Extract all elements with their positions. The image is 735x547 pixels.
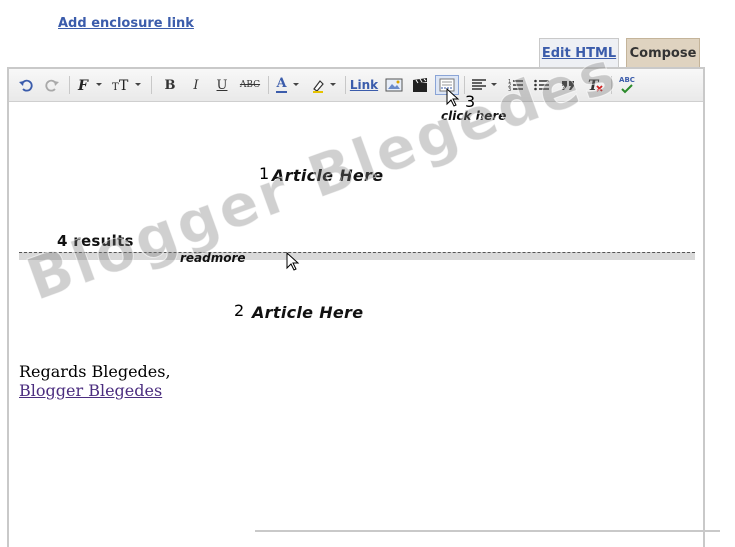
bullet-list-button[interactable] xyxy=(531,75,553,95)
blogger-blegedes-link[interactable]: Blogger Blegedes xyxy=(19,381,162,400)
editor-content[interactable]: 1 Article Here 4 results readmore 2 Arti… xyxy=(9,102,703,542)
editor-frame: F TT B I U ABC A Link 1 2 3 T ABC 1 Arti… xyxy=(7,67,705,547)
toolbar-separator xyxy=(611,76,612,94)
font-family-icon: F xyxy=(77,78,102,93)
step-number-2: 2 xyxy=(234,301,245,320)
highlighter-icon xyxy=(313,80,336,93)
remove-formatting-button[interactable]: T xyxy=(583,75,607,95)
insert-video-button[interactable] xyxy=(409,75,431,95)
undo-icon xyxy=(19,79,33,92)
toolbar-separator xyxy=(268,76,269,94)
spellcheck-label: ABC xyxy=(619,76,635,84)
italic-button[interactable]: I xyxy=(185,75,207,95)
mouse-cursor-icon xyxy=(446,88,460,107)
article-heading-1: Article Here xyxy=(272,166,384,185)
add-enclosure-link[interactable]: Add enclosure link xyxy=(58,16,194,31)
text-color-button[interactable]: A xyxy=(273,75,305,95)
svg-text:F: F xyxy=(77,78,89,93)
toolbar-separator xyxy=(345,76,346,94)
tab-compose[interactable]: Compose xyxy=(626,38,700,68)
blockquote-button[interactable] xyxy=(557,75,579,95)
insert-image-button[interactable] xyxy=(383,75,405,95)
regards-text: Regards Blegedes, xyxy=(19,362,171,381)
underline-button[interactable]: U xyxy=(211,75,233,95)
bullet-list-icon xyxy=(534,79,549,91)
font-size-button[interactable]: TT xyxy=(110,75,146,95)
highlight-color-button[interactable] xyxy=(309,75,341,95)
text-color-icon: A xyxy=(276,76,287,93)
link-button[interactable]: Link xyxy=(349,75,379,95)
article-heading-2: Article Here xyxy=(252,303,364,322)
remove-formatting-icon: T xyxy=(588,78,603,93)
numbered-list-button[interactable]: 123 xyxy=(505,75,527,95)
spellcheck-button[interactable]: ABC xyxy=(615,75,639,95)
quote-icon xyxy=(562,81,574,90)
editor-toolbar: F TT B I U ABC A Link 1 2 3 T ABC xyxy=(9,69,703,102)
step-number-1: 1 xyxy=(259,164,270,183)
toolbar-separator xyxy=(69,76,70,94)
toolbar-separator xyxy=(151,76,152,94)
readmore-label: readmore xyxy=(180,251,246,265)
bold-button[interactable]: B xyxy=(159,75,181,95)
bottom-border xyxy=(255,530,720,532)
click-here-annotation: click here xyxy=(441,109,507,123)
tab-edit-html[interactable]: Edit HTML xyxy=(539,38,619,68)
svg-text:3: 3 xyxy=(508,87,511,93)
svg-text:T: T xyxy=(119,78,129,93)
align-left-icon xyxy=(472,79,497,90)
jump-break-divider xyxy=(19,252,695,260)
video-clapper-icon xyxy=(413,78,427,92)
results-count: 4 results xyxy=(57,232,134,250)
redo-icon xyxy=(45,79,59,92)
checkmark-icon xyxy=(621,84,633,94)
font-family-button[interactable]: F xyxy=(75,75,107,95)
font-size-icon: TT xyxy=(112,78,141,93)
undo-button[interactable] xyxy=(15,75,37,95)
numbered-list-icon: 123 xyxy=(508,79,523,93)
strikethrough-button[interactable]: ABC xyxy=(237,75,263,95)
image-icon xyxy=(385,78,403,92)
mouse-cursor-icon xyxy=(286,252,300,271)
svg-text:T: T xyxy=(112,82,119,93)
redo-button[interactable] xyxy=(41,75,63,95)
